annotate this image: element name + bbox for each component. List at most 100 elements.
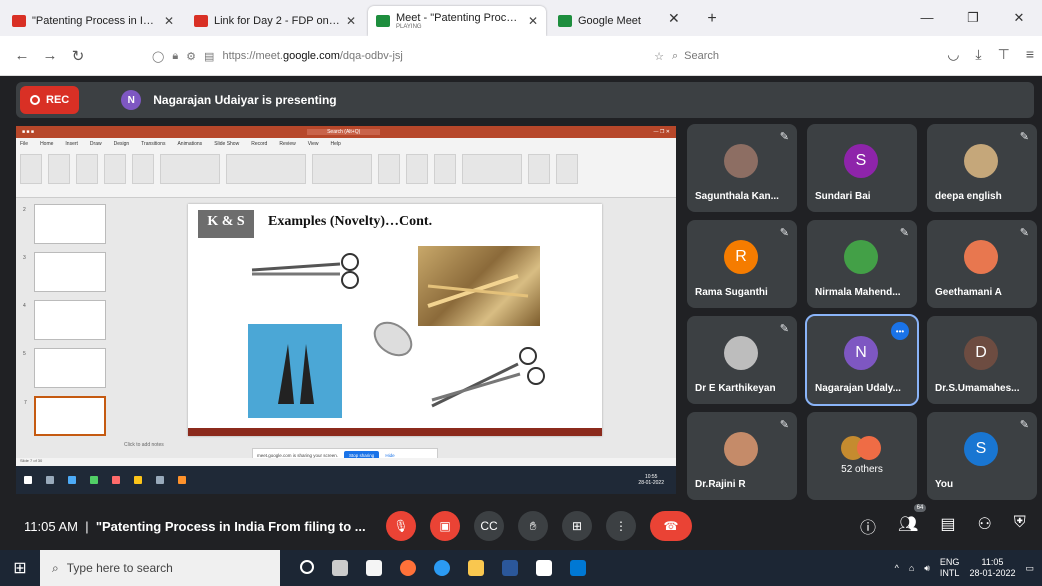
window-close-icon[interactable]: ✕	[996, 0, 1042, 36]
cortana-icon[interactable]	[300, 560, 314, 574]
participant-tile[interactable]: Sagunthala Kan... ✎	[687, 124, 797, 212]
more-options-button[interactable]: ⋮	[606, 511, 636, 541]
close-icon[interactable]: ✕	[668, 0, 680, 36]
activities-icon[interactable]: ⚇	[977, 514, 991, 538]
ppt-menu-item: Transitions	[141, 141, 166, 147]
edge-icon[interactable]	[434, 560, 450, 576]
windows-taskbar: ⊞ ⌕ Type here to search ^ ⌂ 🔊︎ ENG INTL 1…	[0, 550, 1042, 586]
browser-nav-bar: ← → ↻ ◯ 🔒︎ ⚙ ▤ https://meet.google.com/d…	[0, 36, 1042, 76]
slide-thumbnail: 4	[23, 300, 106, 340]
mic-muted-icon: ✎	[779, 323, 789, 335]
shared-clock: 10:55 28-01-2022	[638, 474, 664, 486]
language-indicator[interactable]: ENG INTL	[940, 557, 960, 579]
participant-name: Dr.Rajini R	[695, 479, 746, 490]
browser-tab-2[interactable]: Link for Day 2 - FDP on IPR - gm ✕	[186, 6, 364, 36]
ppt-menu-item: Animations	[177, 141, 203, 147]
people-count-badge: 64	[913, 504, 927, 512]
participant-tile[interactable]: Nirmala Mahend... ✎	[807, 220, 917, 308]
browser-tab-3[interactable]: Meet - "Patenting Process in Ind PLAYING…	[368, 6, 546, 36]
slide-thumbnail-selected: 7	[24, 396, 106, 436]
extension-icon[interactable]: ⊤	[998, 46, 1010, 63]
pocket-icon[interactable]: ◡	[947, 46, 959, 63]
info-icon[interactable]: ⓘ	[860, 514, 876, 538]
windows-start-icon[interactable]: ⊞	[0, 558, 40, 578]
meeting-info: 11:05 AM | "Patenting Process in India F…	[24, 519, 366, 534]
avatar: S	[964, 432, 998, 466]
participant-tile[interactable]: N Nagarajan Udaly... •••	[805, 314, 919, 406]
meeting-title: "Patenting Process in India From filing …	[95, 518, 366, 534]
participant-name: Nirmala Mahend...	[815, 287, 901, 298]
forward-icon[interactable]: →	[36, 47, 64, 64]
leave-call-button[interactable]: ☎︎	[650, 511, 692, 541]
store-icon[interactable]	[366, 560, 382, 576]
ppt-menu-item: Slide Show	[214, 141, 240, 147]
search-input[interactable]: ⌕ Search	[672, 42, 936, 70]
host-controls-icon[interactable]: ⛨	[1014, 514, 1026, 538]
app-icon[interactable]	[536, 560, 552, 576]
ppt-status-bar: Slide 7 of 30	[16, 458, 676, 466]
taskbar-search-input[interactable]: ⌕ Type here to search	[40, 550, 280, 586]
download-icon[interactable]: ⤓	[975, 46, 981, 63]
tab-title-text: Meet - "Patenting Process in Ind	[396, 12, 522, 24]
notification-icon[interactable]: ▭	[1025, 563, 1034, 574]
mic-muted-icon: ✎	[779, 227, 789, 239]
captions-button[interactable]: CC	[474, 511, 504, 541]
present-button[interactable]: ⊞	[562, 511, 592, 541]
url-bar[interactable]: ◯ 🔒︎ ⚙ ▤ https://meet.google.com/dqa-odb…	[152, 42, 664, 70]
reload-icon[interactable]: ↻	[64, 47, 92, 65]
people-icon[interactable]: 👥︎ 64	[898, 504, 927, 538]
file-explorer-icon[interactable]	[468, 560, 484, 576]
participant-tile[interactable]: Geethamani A ✎	[927, 220, 1037, 308]
window-controls: — ❐ ✕	[904, 0, 1042, 36]
others-avatars	[841, 436, 883, 460]
ppt-menu-item: Review	[279, 141, 296, 147]
avatar: R	[724, 240, 758, 274]
ppt-workspace: 2 3 4 5 7 K & S Examples (Novelty)…Cont.	[16, 198, 676, 462]
close-tab-icon[interactable]: ✕	[346, 14, 356, 28]
task-view-icon[interactable]	[332, 560, 348, 576]
taskbar-clock[interactable]: 11:05 28-01-2022	[969, 557, 1015, 579]
participant-tile[interactable]: 52 others	[807, 412, 917, 500]
minimize-icon[interactable]: —	[904, 0, 950, 36]
participant-name: 52 others	[841, 464, 883, 475]
back-icon[interactable]: ←	[8, 47, 36, 64]
mic-off-button[interactable]: 🎙︎	[386, 511, 416, 541]
photos-icon[interactable]	[570, 560, 586, 576]
word-icon[interactable]	[502, 560, 518, 576]
slide-thumbnails: 2 3 4 5 7	[20, 204, 124, 452]
permissions-icon[interactable]: ⚙	[186, 50, 196, 63]
new-tab-button[interactable]: +	[700, 10, 724, 36]
scissors-image	[251, 253, 359, 289]
participant-tile[interactable]: S Sundari Bai	[807, 124, 917, 212]
restore-icon[interactable]: ❐	[950, 0, 996, 36]
participant-tile[interactable]: deepa english ✎	[927, 124, 1037, 212]
menu-icon[interactable]: ≡	[1026, 46, 1034, 63]
raise-hand-button[interactable]: ✋︎	[518, 511, 548, 541]
browser-tab-1[interactable]: "Patenting Process in India Fro ✕	[4, 6, 182, 36]
meeting-controls: 11:05 AM | "Patenting Process in India F…	[0, 502, 1042, 550]
close-tab-icon[interactable]: ✕	[528, 14, 538, 28]
bookmark-star-icon[interactable]: ☆	[654, 50, 664, 63]
network-icon[interactable]: ⌂	[909, 563, 914, 573]
close-tab-icon[interactable]: ✕	[164, 14, 174, 28]
participant-tile[interactable]: R Rama Suganthi ✎	[687, 220, 797, 308]
notes-placeholder: Click to add notes	[124, 442, 164, 448]
hide-button[interactable]: Hide	[385, 453, 394, 458]
presenting-banner: REC N Nagarajan Udaiyar is presenting	[16, 82, 1034, 118]
mic-muted-icon: ✎	[1019, 419, 1029, 431]
ppt-title-bar: ■ ■ ■ Search (Alt+Q) — ❐ ✕	[16, 126, 676, 138]
separator: |	[81, 518, 93, 534]
participant-tile[interactable]: S You ✎	[927, 412, 1037, 500]
ppt-menu-item: File	[20, 141, 29, 147]
participant-tile[interactable]: D Dr.S.Umamahes...	[927, 316, 1037, 404]
reader-icon[interactable]: ▤	[204, 50, 214, 63]
chevron-up-icon[interactable]: ^	[895, 563, 899, 573]
participant-tile[interactable]: Dr.Rajini R ✎	[687, 412, 797, 500]
participant-tile[interactable]: Dr E Karthikeyan ✎	[687, 316, 797, 404]
volume-icon[interactable]: 🔊︎	[924, 563, 930, 574]
meeting-side-controls: ⓘ 👥︎ 64 ▤ ⚇ ⛨	[860, 504, 1026, 538]
participant-name: Dr E Karthikeyan	[695, 383, 776, 394]
chat-icon[interactable]: ▤	[940, 514, 955, 538]
firefox-icon[interactable]	[400, 560, 416, 576]
camera-off-button[interactable]: ▣	[430, 511, 460, 541]
